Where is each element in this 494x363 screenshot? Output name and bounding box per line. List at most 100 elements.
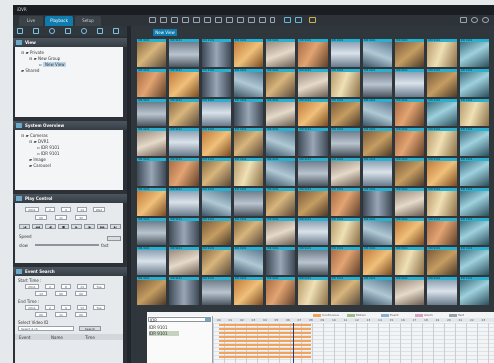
camera-tile[interactable]: IDR 9101	[201, 247, 231, 276]
tree-item-new-group[interactable]: ⊟ ▰ New Group	[29, 56, 60, 61]
camera-tile[interactable]: IDR 9101	[330, 158, 360, 186]
end-ss-field[interactable]: 00	[75, 312, 87, 317]
tree-item-camera-2[interactable]: ▫ IDR 9101	[37, 151, 59, 156]
legend-item[interactable]: Event	[381, 313, 399, 317]
camera-tile[interactable]: IDR 9101	[233, 98, 264, 127]
tree-item-dvr1[interactable]: ⊟ ▰ DVR1	[29, 139, 49, 144]
step-forward-button[interactable]: |▶	[84, 224, 95, 229]
camera-tile[interactable]: IDR 9101	[169, 217, 199, 246]
camera-tile[interactable]: IDR 9101	[201, 128, 231, 157]
camera-tile[interactable]: IDR 9101	[427, 68, 457, 97]
camera-tile[interactable]: IDR 9101	[266, 187, 296, 216]
camera-tile[interactable]: IDR 9101	[169, 187, 199, 216]
start-hour-field[interactable]: 13	[77, 284, 87, 289]
camera-tile[interactable]: IDR 9101	[169, 128, 199, 157]
speed-apply-button[interactable]	[107, 236, 121, 241]
camera-tile[interactable]: IDR 9101	[459, 277, 489, 305]
channel-select[interactable]: IDR	[148, 317, 211, 323]
camera-tile[interactable]: IDR 9101	[362, 247, 393, 276]
layout-9x9-icon[interactable]	[237, 17, 244, 23]
tree-item-cameras[interactable]: ⊟ ▰ Cameras	[21, 133, 48, 138]
legend-item[interactable]: Alarm	[415, 313, 433, 317]
camera-tile[interactable]: IDR 9101	[233, 39, 264, 67]
camera-tile[interactable]: IDR 9101	[362, 158, 393, 186]
camera-tile[interactable]: IDR 9101	[459, 128, 489, 157]
camera-tile[interactable]: IDR 9101	[427, 247, 457, 276]
camera-tile[interactable]: IDR 9101	[169, 277, 199, 305]
camera-tile[interactable]: IDR 9101	[362, 277, 393, 305]
play-mm-field[interactable]: 11	[55, 215, 67, 220]
camera-tile[interactable]: IDR 9101	[169, 247, 199, 276]
play-button[interactable]: ▶	[71, 224, 82, 229]
start-hh-field[interactable]: 13	[35, 291, 47, 296]
camera-tile[interactable]: IDR 9101	[395, 68, 425, 97]
camera-tile[interactable]: IDR 9101	[266, 39, 296, 67]
camera-tile[interactable]: IDR 9101	[137, 98, 167, 127]
recording-segment[interactable]	[219, 324, 311, 326]
forward-end-button[interactable]: ▶|	[110, 224, 121, 229]
layout-11x11-icon[interactable]	[259, 17, 266, 23]
fullscreen-icon[interactable]	[284, 17, 291, 23]
play-year-field[interactable]: 2011	[25, 207, 39, 212]
camera-tile[interactable]: IDR 9101	[201, 217, 231, 246]
layout-2x2-icon[interactable]	[160, 17, 167, 23]
chart-icon[interactable]	[309, 17, 316, 23]
camera-tile[interactable]: IDR 9101	[427, 158, 457, 186]
camera-tile[interactable]: IDR 9101	[137, 247, 167, 276]
camera-tile[interactable]: IDR 9101	[427, 98, 457, 127]
camera-tile[interactable]: IDR 9101	[427, 39, 457, 67]
camera-tile[interactable]: IDR 9101	[137, 128, 167, 157]
end-year-field[interactable]: 2011	[25, 305, 39, 310]
start-year-field[interactable]: 2011	[25, 284, 39, 289]
camera-tile[interactable]: IDR 9101	[169, 98, 199, 127]
view-panel-header[interactable]: View	[13, 38, 127, 47]
camera-tile[interactable]: IDR 9101	[395, 158, 425, 186]
tree-item-carousel[interactable]: ▰ Carousel	[29, 163, 51, 168]
camera-tile[interactable]: IDR 9101	[266, 68, 296, 97]
camera-tile[interactable]: IDR 9101	[266, 98, 296, 127]
edit-icon[interactable]	[97, 28, 103, 34]
camera-tile[interactable]: IDR 9101	[330, 277, 360, 305]
camera-tile[interactable]: IDR 9101	[427, 277, 457, 305]
tree-item-image[interactable]: ▰ Image	[29, 157, 46, 162]
recording-segment[interactable]	[219, 328, 311, 330]
stop-button[interactable]: ■	[58, 224, 69, 229]
start-weekday-field[interactable]: Tue	[93, 284, 105, 289]
tab-playback[interactable]: Playback	[45, 16, 73, 26]
timeline-rows[interactable]	[213, 323, 494, 363]
recording-segment[interactable]	[219, 332, 311, 334]
recording-segment[interactable]	[219, 348, 311, 350]
camera-tile[interactable]: IDR 9101	[298, 68, 328, 97]
camera-tile[interactable]: IDR 9101	[330, 98, 360, 127]
camera-tile[interactable]: IDR 9101	[298, 187, 328, 216]
camera-tile[interactable]: IDR 9101	[169, 158, 199, 186]
camera-tile[interactable]: IDR 9101	[362, 128, 393, 157]
camera-tile[interactable]: IDR 9101	[362, 187, 393, 216]
camera-tile[interactable]: IDR 9101	[330, 247, 360, 276]
camera-tile[interactable]: IDR 9101	[201, 68, 231, 97]
camera-tile[interactable]: IDR 9101	[330, 217, 360, 246]
camera-tile[interactable]: IDR 9101	[362, 68, 393, 97]
camera-tile[interactable]: IDR 9101	[233, 187, 264, 216]
camera-tile[interactable]: IDR 9101	[201, 98, 231, 127]
camera-tile[interactable]: IDR 9101	[298, 277, 328, 305]
tab-new-view[interactable]: New View	[153, 29, 177, 36]
camera-tile[interactable]: IDR 9101	[362, 98, 393, 127]
play-ss-field[interactable]: 32	[75, 215, 87, 220]
legend-item[interactable]: Continuous	[313, 313, 339, 317]
camera-tile[interactable]: IDR 9101	[137, 217, 167, 246]
snapshot-icon[interactable]	[295, 17, 302, 23]
video-select[interactable]: Select 4 ch	[18, 326, 74, 331]
recording-segment[interactable]	[219, 340, 311, 342]
camera-tile[interactable]: IDR 9101	[137, 277, 167, 305]
pin-icon[interactable]	[65, 28, 71, 34]
camera-tile[interactable]: IDR 9101	[459, 39, 489, 67]
layout-3x3-icon[interactable]	[171, 17, 178, 23]
camera-tile[interactable]: IDR 9101	[201, 187, 231, 216]
camera-tile[interactable]: IDR 9101	[233, 158, 264, 186]
camera-tile[interactable]: IDR 9101	[298, 128, 328, 157]
channel-item[interactable]: IDR 9101	[149, 331, 179, 336]
tree-item-shared[interactable]: ▰ Shared	[21, 68, 39, 73]
camera-tile[interactable]: IDR 9101	[459, 217, 489, 246]
camera-tile[interactable]: IDR 9101	[427, 187, 457, 216]
